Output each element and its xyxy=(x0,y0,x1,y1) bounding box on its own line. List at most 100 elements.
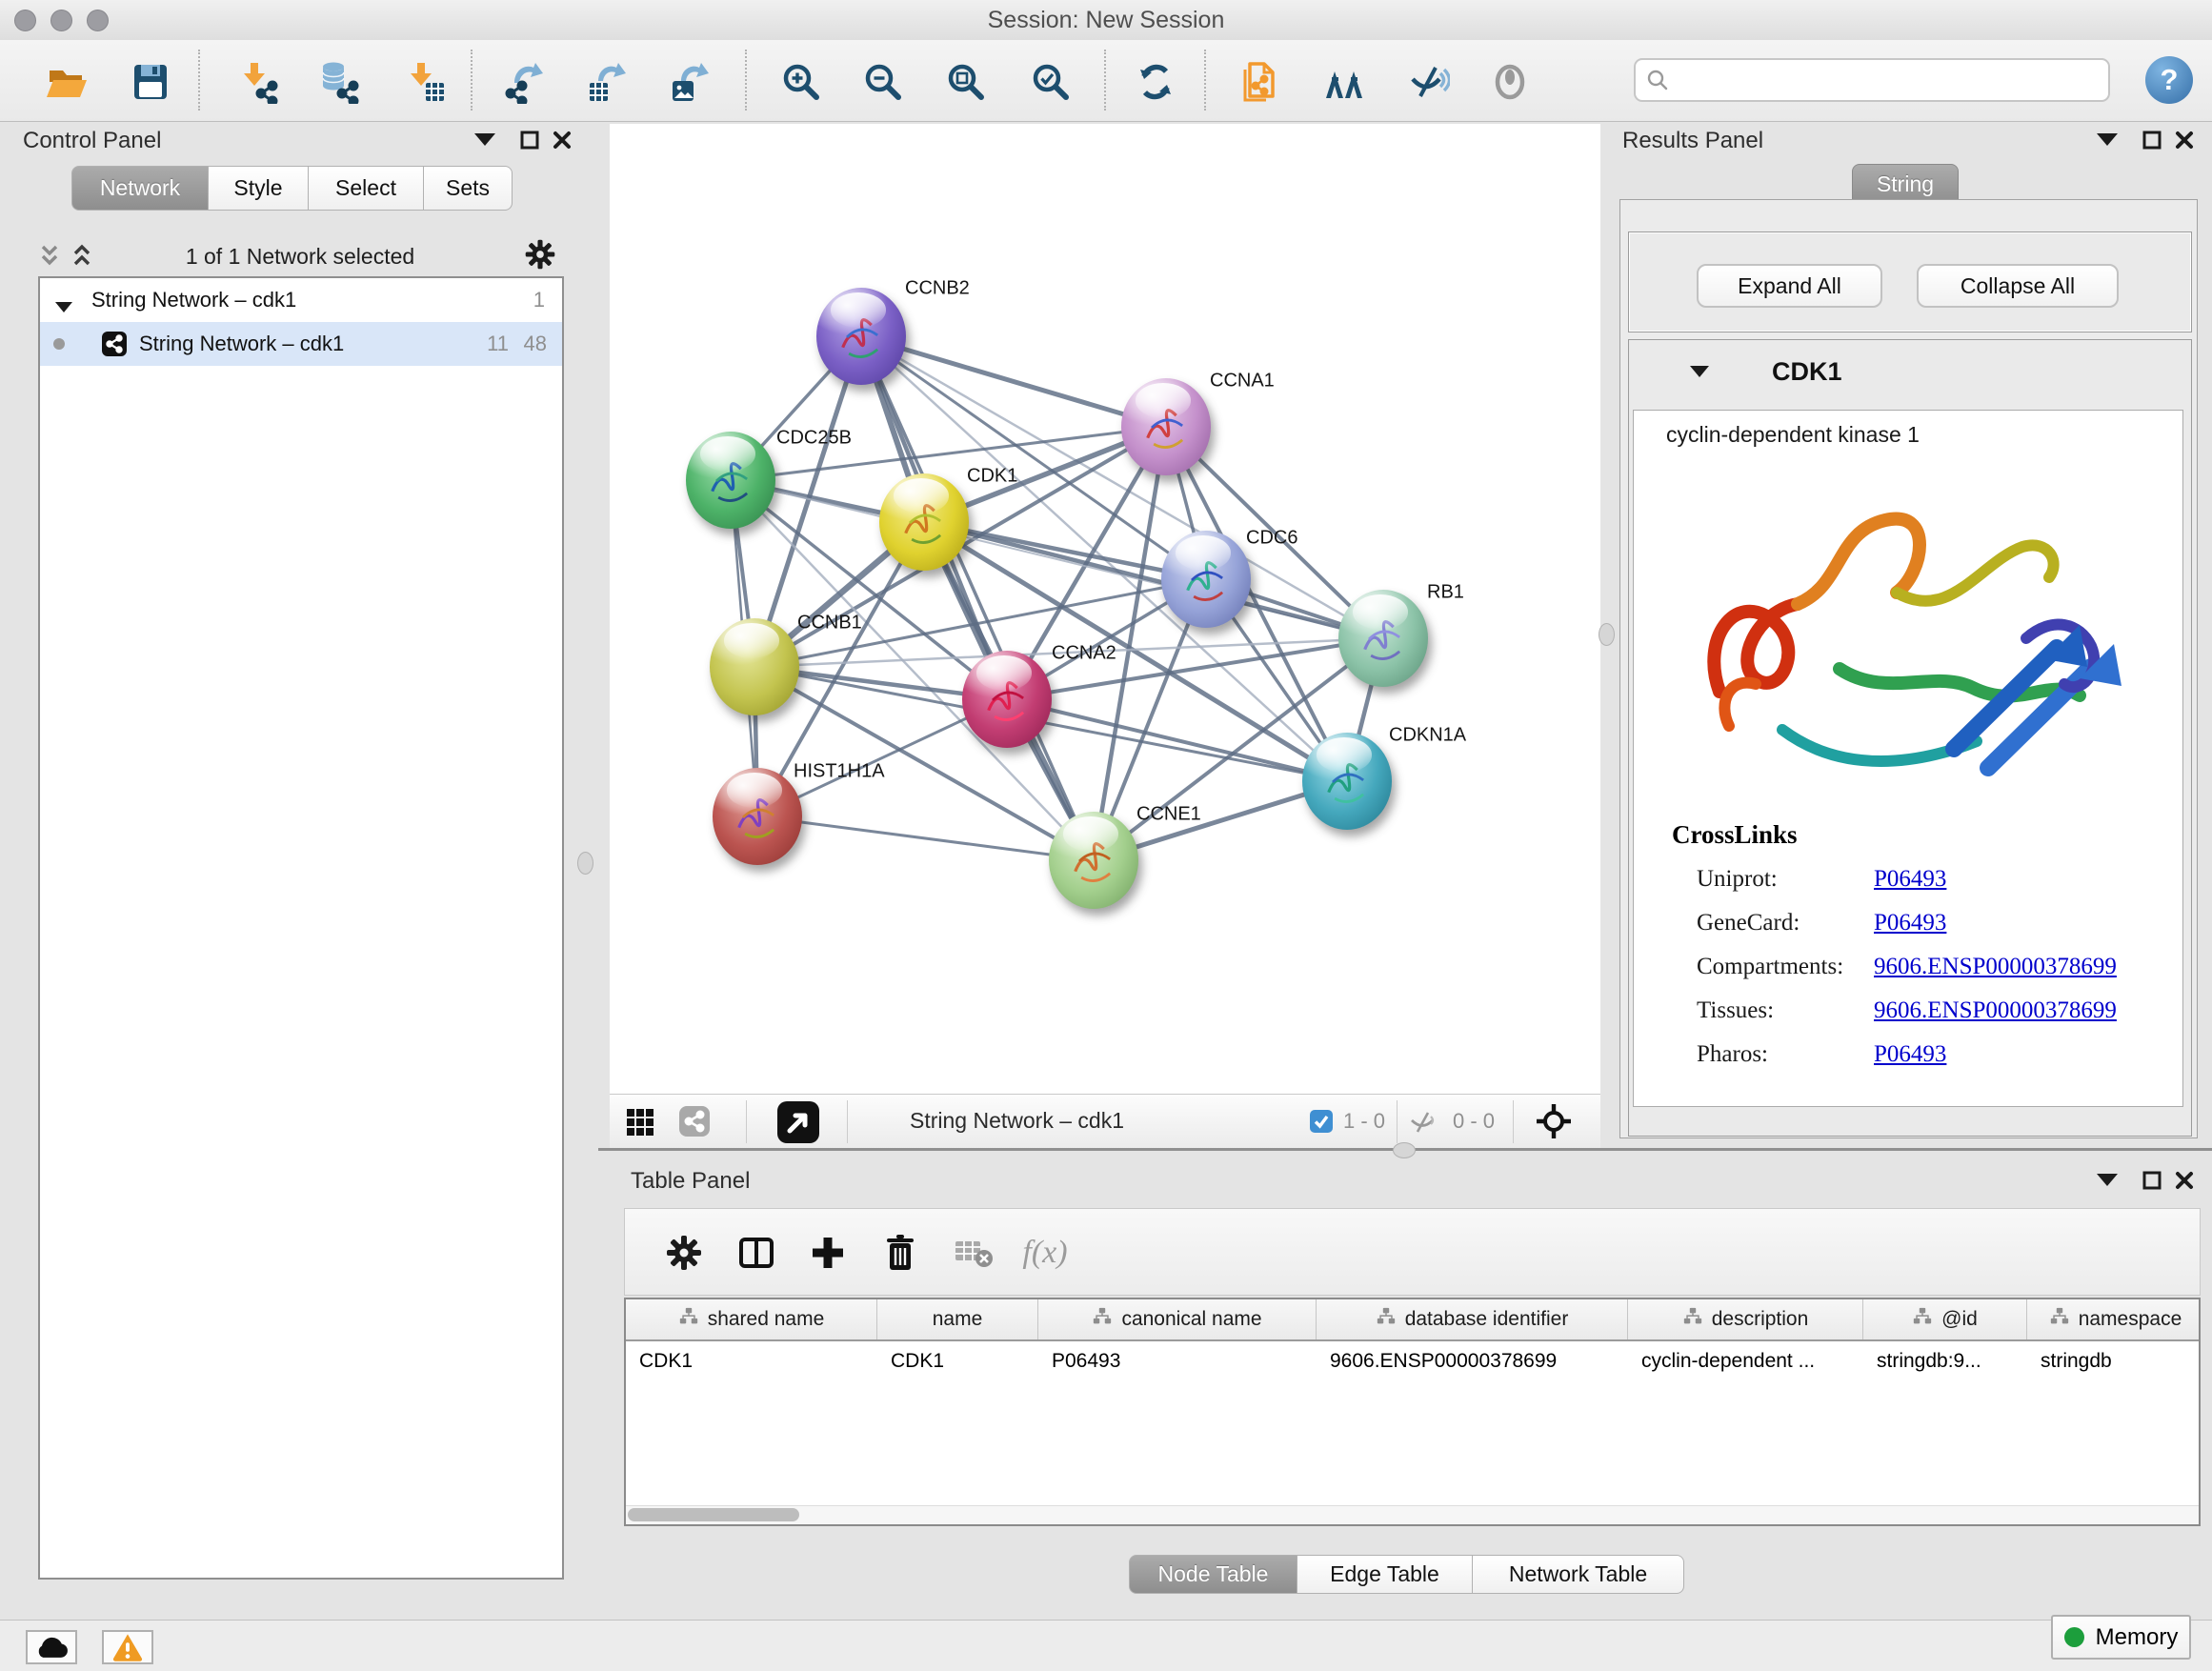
import-table-button[interactable] xyxy=(398,55,452,109)
collapse-all-button[interactable]: Collapse All xyxy=(1917,264,2119,308)
splitter-handle[interactable] xyxy=(577,852,593,875)
table-cell[interactable]: CDK1 xyxy=(877,1341,1038,1381)
memory-button[interactable]: Memory xyxy=(2051,1615,2191,1660)
zoom-fit-button[interactable] xyxy=(938,55,992,109)
network-node-cdkn1a[interactable] xyxy=(1302,733,1392,830)
collapse-panel-icon[interactable] xyxy=(2097,1174,2118,1189)
columns-icon[interactable] xyxy=(734,1230,779,1276)
crosslink-link[interactable]: P06493 xyxy=(1874,1041,1946,1068)
string-app-button[interactable] xyxy=(1233,55,1286,109)
trash-icon[interactable] xyxy=(877,1230,923,1276)
column-header-description[interactable]: description xyxy=(1628,1299,1863,1339)
network-node-rb1[interactable] xyxy=(1338,590,1428,687)
column-header-shared-name[interactable]: shared name xyxy=(626,1299,877,1339)
network-node-ccna2[interactable] xyxy=(962,651,1052,748)
delete-table-icon[interactable] xyxy=(951,1230,996,1276)
network-node-cdc25b[interactable] xyxy=(686,432,775,529)
column-header-name[interactable]: name xyxy=(877,1299,1038,1339)
save-session-button[interactable] xyxy=(124,55,177,109)
refresh-view-button[interactable] xyxy=(1129,55,1182,109)
network-node-ccnb2[interactable] xyxy=(816,288,906,385)
collapse-panel-icon[interactable] xyxy=(474,133,495,149)
tab-style[interactable]: Style xyxy=(209,166,309,211)
search-input[interactable] xyxy=(1678,67,2099,93)
export-table-button[interactable] xyxy=(580,55,633,109)
tab-network[interactable]: Network xyxy=(71,166,209,211)
help-button[interactable]: ? xyxy=(2145,56,2193,104)
scrollbar-thumb[interactable] xyxy=(628,1508,799,1521)
network-node-hist1h1a[interactable] xyxy=(713,768,802,865)
tree-expand-triangle-icon[interactable] xyxy=(55,293,72,318)
cloud-button[interactable] xyxy=(26,1630,77,1664)
warning-button[interactable] xyxy=(102,1630,153,1664)
table-row[interactable]: CDK1CDK1P064939606.ENSP00000378699cyclin… xyxy=(626,1341,2199,1381)
tab-sets[interactable]: Sets xyxy=(424,166,513,211)
network-row-selected[interactable]: String Network – cdk1 11 48 xyxy=(40,322,562,366)
plus-icon[interactable] xyxy=(805,1230,851,1276)
table-cell[interactable]: CDK1 xyxy=(626,1341,877,1381)
network-view-toolbar: String Network – cdk1 1 - 0 0 - 0 xyxy=(610,1094,1600,1149)
column-header-database-identifier[interactable]: database identifier xyxy=(1317,1299,1628,1339)
expand-all-button[interactable]: Expand All xyxy=(1697,264,1882,308)
crosslink-link[interactable]: P06493 xyxy=(1874,910,1946,936)
float-panel-icon[interactable] xyxy=(519,130,540,153)
table-cell[interactable]: 9606.ENSP00000378699 xyxy=(1317,1341,1628,1381)
collapse-panel-icon[interactable] xyxy=(2097,133,2118,149)
network-node-ccna1[interactable] xyxy=(1121,378,1211,475)
table-cell[interactable]: P06493 xyxy=(1038,1341,1317,1381)
table-cell[interactable]: cyclin-dependent ... xyxy=(1628,1341,1863,1381)
birdseye-view-icon[interactable] xyxy=(776,1100,820,1147)
hide-show-button[interactable] xyxy=(1401,55,1455,109)
float-panel-icon[interactable] xyxy=(2142,130,2162,153)
network-edge[interactable] xyxy=(861,336,1094,860)
import-network-file-button[interactable] xyxy=(231,55,285,109)
zoom-out-button[interactable] xyxy=(855,55,909,109)
column-header-@id[interactable]: @id xyxy=(1863,1299,2027,1339)
column-header-canonical-name[interactable]: canonical name xyxy=(1038,1299,1317,1339)
crosslink-link[interactable]: 9606.ENSP00000378699 xyxy=(1874,954,2117,980)
homology-button[interactable] xyxy=(1317,55,1371,109)
splitter-handle[interactable] xyxy=(1599,623,1615,646)
section-collapse-triangle-icon[interactable] xyxy=(1690,365,1709,382)
tab-select[interactable]: Select xyxy=(309,166,424,211)
table-cell[interactable]: stringdb xyxy=(2027,1341,2201,1381)
zoom-in-button[interactable] xyxy=(774,55,827,109)
crosslink-link[interactable]: 9606.ENSP00000378699 xyxy=(1874,997,2117,1024)
network-node-ccnb1[interactable] xyxy=(710,618,799,715)
table-tab-node-table[interactable]: Node Table xyxy=(1129,1555,1297,1594)
tab-string[interactable]: String xyxy=(1852,164,1959,204)
float-panel-icon[interactable] xyxy=(2142,1170,2162,1194)
network-node-cdc6[interactable] xyxy=(1161,531,1251,628)
zoom-selected-button[interactable] xyxy=(1023,55,1076,109)
gear-icon[interactable] xyxy=(661,1230,707,1276)
zoom-selected-icon xyxy=(1028,60,1072,104)
horizontal-scrollbar[interactable] xyxy=(626,1505,2199,1524)
share-network-icon[interactable] xyxy=(678,1105,711,1140)
grid-icon[interactable] xyxy=(625,1107,655,1140)
crosshair-icon[interactable] xyxy=(1535,1102,1573,1143)
hidden-eye-slash-icon[interactable] xyxy=(1408,1108,1437,1141)
table-tab-edge-table[interactable]: Edge Table xyxy=(1297,1555,1473,1594)
crosslink-link[interactable]: P06493 xyxy=(1874,866,1946,893)
export-network-file-button[interactable] xyxy=(498,55,552,109)
table-cell[interactable]: stringdb:9... xyxy=(1863,1341,2027,1381)
network-edge[interactable] xyxy=(757,816,1094,860)
network-edge[interactable] xyxy=(861,336,1166,427)
network-canvas[interactable]: CCNB2CCNA1CDC25BCDK1CDC6RB1CCNB1CCNA2CDK… xyxy=(610,124,1600,1094)
network-edge[interactable] xyxy=(1007,699,1347,781)
close-panel-icon[interactable] xyxy=(2174,1170,2195,1194)
function-icon[interactable]: f(x) xyxy=(1022,1230,1068,1276)
selected-checkbox-icon[interactable] xyxy=(1309,1109,1334,1138)
open-session-button[interactable] xyxy=(40,55,93,109)
table-tab-network-table[interactable]: Network Table xyxy=(1473,1555,1684,1594)
graphics-details-button[interactable] xyxy=(1484,55,1538,109)
network-collection-row[interactable]: String Network – cdk1 1 xyxy=(40,278,562,322)
close-panel-icon[interactable] xyxy=(2174,130,2195,153)
column-header-namespace[interactable]: namespace xyxy=(2027,1299,2201,1339)
import-network-database-button[interactable] xyxy=(312,55,365,109)
network-node-ccne1[interactable] xyxy=(1049,812,1138,909)
export-image-button[interactable] xyxy=(663,55,716,109)
network-node-cdk1[interactable] xyxy=(879,473,969,571)
gear-icon[interactable] xyxy=(524,238,556,273)
close-panel-icon[interactable] xyxy=(552,130,573,153)
